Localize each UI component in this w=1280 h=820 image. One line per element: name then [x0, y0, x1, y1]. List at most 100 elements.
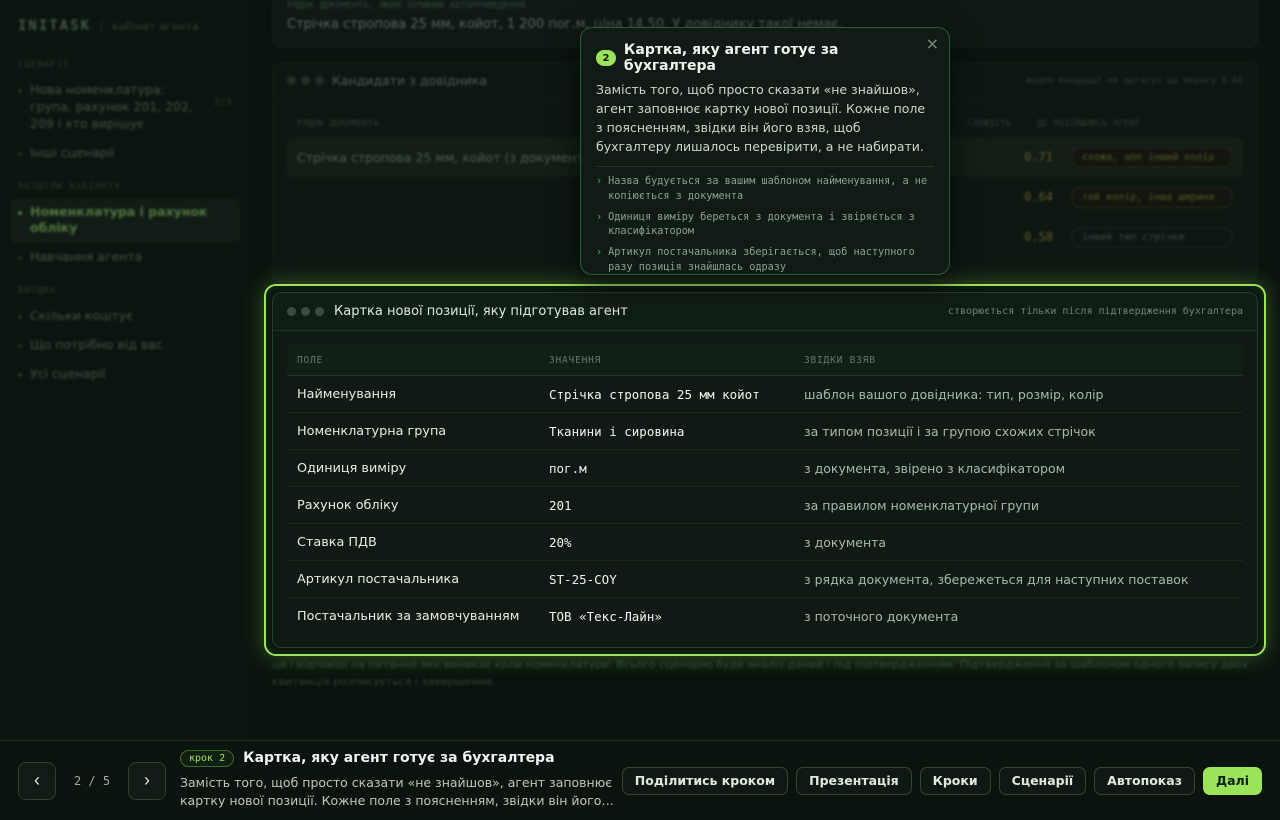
field-source: з документа: [804, 534, 887, 550]
tooltip-body: Замість того, щоб просто сказати «не зна…: [596, 82, 926, 154]
list-item: › Назва будується за вашим шаблоном найме…: [596, 175, 934, 205]
step-tooltip: 2 Картка, яку агент готує за бухгалтера …: [580, 27, 950, 275]
sidebar-item-label: Усі сценарії: [30, 365, 106, 381]
card-table: ПОЛЕ ЗНАЧЕННЯ ЗВІДКИ ВЗЯВ Найменування С…: [287, 345, 1243, 635]
presentation-button[interactable]: Презентація: [796, 766, 912, 795]
field-source: за типом позиції і за групою схожих стрі…: [804, 423, 1096, 439]
table-row: Ставка ПДВ 20% з документа: [287, 524, 1243, 561]
field-value: Тканини і сировина: [549, 423, 685, 439]
sidebar-item-all-scenarios[interactable]: Усі сценарії: [10, 360, 240, 389]
candidate-diff-badge: схожа, але інший колір: [1071, 146, 1233, 168]
tooltip-header: 2 Картка, яку агент готує за бухгалтера: [596, 42, 934, 74]
bullet-icon: [18, 372, 22, 377]
card-note: створюється тільки після підтвердження б…: [947, 306, 1243, 317]
bullet-icon: [18, 89, 22, 93]
sidebar-item-other-scenarios[interactable]: Інші сценарії: [10, 139, 240, 168]
candidates-note: жоден кандидат не дотягує до порогу 0.86: [1026, 75, 1243, 86]
prev-step-button[interactable]: ‹: [18, 761, 56, 800]
list-item: › Артикул постачальника зберігається, щоб…: [596, 246, 934, 276]
sidebar-item-count: 2/5: [213, 97, 232, 108]
card-header: Картка нової позиції, яку підготував аге…: [273, 293, 1257, 331]
list-item: › Одиниця виміру береться з документа і з…: [596, 211, 934, 241]
field-value: пог.м: [549, 460, 587, 476]
next-step-arrow-button[interactable]: ›: [128, 761, 166, 800]
sidebar-item-label: Інші сценарії: [30, 144, 115, 160]
field-name: Одиниця виміру: [297, 460, 407, 476]
column-header-value: ЗНАЧЕННЯ: [549, 354, 602, 366]
brand-divider: [101, 19, 103, 33]
tooltip-title: Картка, яку агент готує за бухгалтера: [623, 42, 839, 74]
window-dots-icon: [287, 307, 324, 316]
field-source: з документа, звірено з класифікатором: [804, 460, 1066, 476]
field-name: Найменування: [297, 386, 397, 402]
candidate-doc: Стрічка стропова 25 мм, койот (з докумен…: [297, 149, 597, 165]
sidebar-section-title: ВВОДКА: [18, 286, 57, 297]
sidebar-item-label: Скільки коштує: [30, 308, 133, 324]
scenarios-button[interactable]: Сценарії: [998, 766, 1087, 795]
divider: [596, 166, 934, 167]
step-badge: крок 2: [180, 749, 235, 767]
table-row: Найменування Стрічка стропова 25 мм койо…: [287, 376, 1243, 413]
sidebar-item-pricing[interactable]: Скільки коштує: [10, 302, 240, 331]
field-source: з поточного документа: [804, 609, 959, 624]
field-name: Артикул постачальника: [297, 571, 460, 587]
candidate-diff-badge: інший тип стрічки: [1071, 226, 1233, 248]
sidebar-item-agent-training[interactable]: Навчання агента: [10, 243, 240, 272]
chevron-right-icon: ›: [596, 211, 603, 223]
step-counter: 2 / 5: [73, 773, 111, 788]
candidate-score: 0.71: [1024, 150, 1053, 164]
bullet-icon: [18, 210, 22, 215]
autoplay-button[interactable]: Автопоказ: [1094, 766, 1195, 795]
sidebar-item-label: Що потрібно від вас: [30, 337, 163, 352]
table-row: Рахунок обліку 201 за правилом номенклат…: [287, 487, 1243, 524]
action-buttons: Поділитись кроком Презентація Кроки Сцен…: [621, 766, 1262, 795]
tour-controls: ‹ 2 / 5 › крок 2 Картка, яку агент готує…: [0, 740, 1280, 820]
bullet-icon: [18, 344, 22, 348]
column-header: ДЕ РОЗІЙШЛИСЬ АГЕНТ: [1037, 119, 1140, 129]
candidate-score: 0.58: [1024, 230, 1053, 244]
new-item-card: Картка нової позиції, яку підготував аге…: [272, 292, 1258, 648]
sidebar-item-label: Нова номенклатура: група, рахунок 201, 2…: [30, 82, 194, 131]
sidebar-item-requirements[interactable]: Що потрібно від вас: [10, 331, 240, 360]
field-source: з рядка документа, збережеться для насту…: [804, 571, 1189, 587]
footer-description: ця і відповіді на питання яке виникає ко…: [272, 658, 1248, 689]
field-source: шаблон вашого довідника: тип, розмір, ко…: [804, 386, 1104, 402]
sidebar-section-title: СЦЕНАРІЇ: [18, 60, 70, 70]
column-header-source: ЗВІДКИ ВЗЯВ: [804, 354, 876, 366]
step-number-badge: 2: [596, 50, 616, 66]
field-value: ТОВ «Текс-Лайн»: [549, 609, 662, 624]
table-row: Одиниця виміру пог.м з документа, звірен…: [287, 450, 1243, 487]
field-name: Ставка ПДВ: [297, 534, 377, 550]
point-text: Назва будується за вашим шаблоном наймен…: [608, 176, 928, 202]
field-value: Стрічка стропова 25 мм койот: [549, 386, 760, 402]
point-text: Артикул постачальника зберігається, щоб …: [608, 247, 915, 273]
share-step-button[interactable]: Поділитись кроком: [621, 766, 789, 795]
next-button[interactable]: Далі: [1202, 766, 1262, 795]
table-row: Артикул постачальника ST-25-COY з рядка …: [287, 561, 1243, 598]
step-info: крок 2 Картка, яку агент готує за бухгал…: [180, 749, 620, 812]
point-text: Одиниця виміру береться з документа і зв…: [608, 211, 915, 238]
table-row: Постачальник за замовчуванням ТОВ «Текс-…: [287, 598, 1243, 635]
candidate-score: 0.64: [1024, 190, 1053, 204]
brand-subtitle: кабінет агента: [112, 19, 199, 33]
bullet-icon: [18, 256, 22, 261]
chevron-right-icon: ›: [596, 247, 603, 259]
sidebar-item-new-nomenclature[interactable]: Нова номенклатура: група, рахунок 201, 2…: [10, 76, 240, 139]
brand-logo[interactable]: INITASK: [18, 18, 91, 34]
bullet-icon: [18, 151, 22, 156]
steps-button[interactable]: Кроки: [919, 766, 991, 795]
close-icon[interactable]: ×: [926, 34, 939, 53]
field-name: Рахунок обліку: [297, 497, 399, 513]
tooltip-points: › Назва будується за вашим шаблоном найме…: [596, 175, 934, 276]
sidebar: INITASK кабінет агента СЦЕНАРІЇ Нова ном…: [0, 0, 250, 740]
table-header: ПОЛЕ ЗНАЧЕННЯ ЗВІДКИ ВЗЯВ: [287, 345, 1243, 376]
field-name: Постачальник за замовчуванням: [297, 609, 520, 624]
step-title: Картка, яку агент готує за бухгалтера: [243, 750, 555, 766]
sidebar-item-nomenclature-account[interactable]: Номенклатура і рахунок обліку: [10, 197, 240, 244]
step-description: Замість того, щоб просто сказати «не зна…: [180, 774, 614, 809]
field-value: ST-25-COY: [549, 571, 617, 587]
candidate-diff-badge: той колір, інша ширина: [1071, 186, 1233, 208]
column-header-field: ПОЛЕ: [297, 354, 324, 366]
field-name: Номенклатурна група: [297, 423, 447, 439]
field-value: 20%: [549, 534, 572, 550]
